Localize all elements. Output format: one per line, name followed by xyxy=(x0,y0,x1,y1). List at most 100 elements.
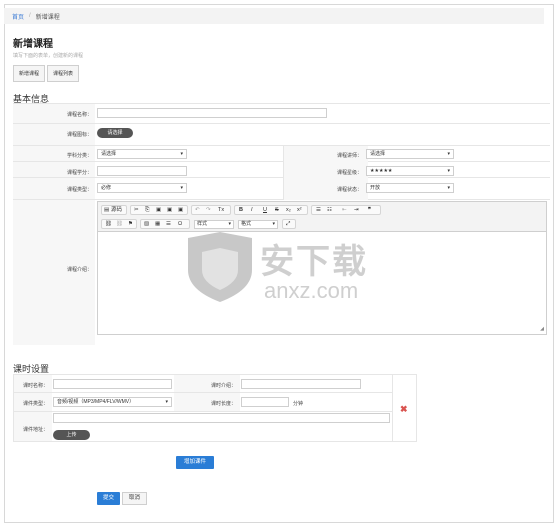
copy-icon[interactable]: ⎘ xyxy=(145,206,149,214)
list-group: ☰ ☷ ⇤ ⇥ ❞ xyxy=(311,205,381,215)
row-type xyxy=(13,178,550,200)
bold-button[interactable]: B xyxy=(239,206,243,214)
styles-select-value: 样式 xyxy=(197,221,208,227)
credit-label: 课程学分： xyxy=(66,170,92,176)
cancel-button[interactable]: 取消 xyxy=(122,492,147,505)
format-select-value: 格式 xyxy=(241,221,252,227)
blockquote-button[interactable]: ❞ xyxy=(368,206,371,214)
source-button[interactable]: ▤ 源码 xyxy=(101,205,127,215)
strike-button[interactable]: S xyxy=(275,206,279,214)
chevron-down-icon: ▾ xyxy=(180,185,183,191)
subscript-button[interactable]: x₂ xyxy=(286,206,291,214)
teacher-label: 课程讲师： xyxy=(336,153,362,159)
level-select[interactable]: ★★★★★ ▾ xyxy=(366,166,454,176)
lesson-intro-label: 课时介绍： xyxy=(210,383,236,389)
watermark-domain: anxz.com xyxy=(264,278,359,303)
chevron-down-icon: ▾ xyxy=(272,221,275,227)
lesson-name-label: 课时名称： xyxy=(22,383,48,389)
anchor-icon[interactable]: ⚑ xyxy=(128,220,133,228)
watermark: 安下载 anxz.com xyxy=(170,228,400,308)
underline-button[interactable]: U xyxy=(263,206,267,214)
chevron-down-icon: ▾ xyxy=(165,399,168,405)
unlink-icon[interactable]: ⛓ xyxy=(116,220,123,228)
status-select[interactable]: 开放 ▾ xyxy=(366,183,454,193)
type-select-value: 必修 xyxy=(101,185,112,191)
tab-buttons: 新增课程 课程列表 xyxy=(13,65,80,82)
lesson-address-label: 课件地址： xyxy=(22,427,48,433)
lesson-type-select-value: 音频/视频（MP3/MP4/FLV/WMV） xyxy=(57,399,135,405)
cut-icon[interactable]: ✂ xyxy=(134,206,139,214)
breadcrumb-home-link[interactable]: 首页 xyxy=(12,12,24,21)
chevron-down-icon: ▾ xyxy=(228,221,231,227)
submit-button[interactable]: 提交 xyxy=(97,492,120,505)
upload-button[interactable]: 上传 xyxy=(53,430,90,440)
lesson-length-input[interactable] xyxy=(241,397,289,407)
chevron-down-icon: ▾ xyxy=(447,168,450,174)
level-label: 课程星级： xyxy=(336,170,362,176)
indent-icon[interactable]: ⇥ xyxy=(354,206,359,214)
subject-select[interactable]: 请选择 ▾ xyxy=(97,149,187,159)
source-label: 源码 xyxy=(111,207,123,213)
tab-course-list[interactable]: 课程列表 xyxy=(47,65,80,82)
lesson-length-label: 课时长度： xyxy=(210,401,236,407)
course-name-label: 课程名称： xyxy=(66,112,92,118)
numbered-list-icon[interactable]: ☰ xyxy=(316,206,321,214)
subject-select-value: 请选择 xyxy=(101,151,117,157)
text-style-group: B I U S x₂ x² xyxy=(234,205,308,215)
teacher-select-value: 请选择 xyxy=(370,151,386,157)
breadcrumb: 首页 / 新增课程 xyxy=(4,8,544,24)
paste-icon[interactable]: ▣ xyxy=(156,206,161,214)
delete-lesson-icon[interactable]: ✖ xyxy=(400,404,408,415)
watermark-brand: 安下载 xyxy=(260,243,368,281)
undo-group: ↶ ↷ Tx xyxy=(191,205,231,215)
subject-label: 学科分类： xyxy=(66,153,92,159)
lesson-type-label: 课件类型： xyxy=(22,401,48,407)
type-label: 课程类型： xyxy=(66,187,92,193)
chevron-down-icon: ▾ xyxy=(180,151,183,157)
lesson-intro-input[interactable] xyxy=(241,379,361,389)
table-icon[interactable]: ▦ xyxy=(155,220,160,228)
add-lesson-button[interactable]: 增加课件 xyxy=(176,456,214,469)
undo-icon[interactable]: ↶ xyxy=(195,206,200,214)
superscript-button[interactable]: x² xyxy=(297,206,302,214)
course-icon-label: 课程图标： xyxy=(66,132,92,138)
maximize-icon: ⤢ xyxy=(286,221,291,227)
link-group: ⛓ ⛓ ⚑ xyxy=(101,219,137,229)
link-icon[interactable]: ⛓ xyxy=(105,220,112,228)
source-icon: ▤ xyxy=(104,207,110,213)
paste-text-icon[interactable]: ▣ xyxy=(167,206,172,214)
remove-format-icon[interactable]: Tx xyxy=(218,206,224,214)
type-select[interactable]: 必修 ▾ xyxy=(97,183,187,193)
lesson-address-input[interactable] xyxy=(53,413,390,423)
breadcrumb-separator: / xyxy=(29,13,31,19)
lesson-name-input[interactable] xyxy=(53,379,172,389)
chevron-down-icon: ▾ xyxy=(447,151,450,157)
column-divider xyxy=(283,146,284,200)
row-course-icon xyxy=(13,124,550,146)
paste-word-icon[interactable]: ▣ xyxy=(178,206,183,214)
choose-icon-button[interactable]: 请选择 xyxy=(97,128,133,138)
resize-handle-icon[interactable]: ◢ xyxy=(540,326,544,332)
row-subject xyxy=(13,146,550,162)
tab-add-course[interactable]: 新增课程 xyxy=(13,65,46,82)
special-char-button[interactable]: Ω xyxy=(178,220,182,228)
page-title: 新增课程 xyxy=(13,39,53,50)
clipboard-group: ✂ ⎘ ▣ ▣ ▣ xyxy=(130,205,188,215)
bulleted-list-icon[interactable]: ☷ xyxy=(327,206,332,214)
redo-icon[interactable]: ↷ xyxy=(206,206,211,214)
italic-button[interactable]: I xyxy=(251,206,253,214)
credit-input[interactable] xyxy=(97,166,187,176)
breadcrumb-current: 新增课程 xyxy=(35,14,60,21)
teacher-select[interactable]: 请选择 ▾ xyxy=(366,149,454,159)
page-subtitle: 填写下面的表单，创建新的课程 xyxy=(13,53,84,59)
horizontal-line-icon[interactable]: ☰ xyxy=(166,220,171,228)
level-select-value: ★★★★★ xyxy=(370,168,393,174)
lesson-type-select[interactable]: 音频/视频（MP3/MP4/FLV/WMV） ▾ xyxy=(53,397,172,407)
status-select-value: 开放 xyxy=(370,185,381,191)
intro-label: 课程介绍： xyxy=(66,267,92,273)
image-icon[interactable]: ▨ xyxy=(144,220,149,228)
outdent-icon[interactable]: ⇤ xyxy=(342,206,347,214)
course-name-input[interactable] xyxy=(97,108,327,118)
lesson-delete-divider xyxy=(392,375,393,441)
row-credit xyxy=(13,162,550,178)
